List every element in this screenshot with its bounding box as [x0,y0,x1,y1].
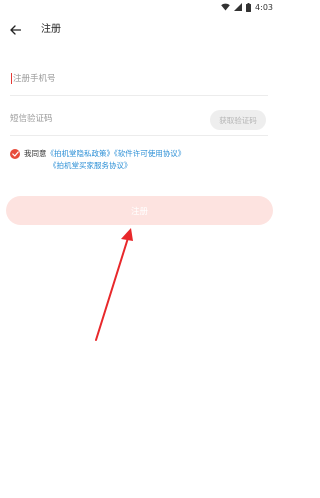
status-bar: 4:03 [0,0,279,14]
page-title: 注册 [41,24,61,35]
buyer-service-agreement-link[interactable]: 《拍机堂买家服务协议》 [49,160,132,172]
signal-icon [234,3,243,11]
code-field: 获取验证码 [10,102,268,136]
arrow-left-icon [9,25,21,35]
get-code-button[interactable]: 获取验证码 [210,110,266,130]
register-button[interactable]: 注册 [6,196,273,225]
wifi-icon [221,3,230,11]
text-cursor [11,73,12,84]
agreement-checkbox[interactable] [10,149,20,159]
privacy-policy-link[interactable]: 《拍机堂隐私政策》 [47,149,115,158]
check-icon [11,151,19,157]
phone-input[interactable] [13,62,203,95]
sms-code-input[interactable] [10,102,200,135]
back-button[interactable] [6,21,24,39]
phone-field [10,62,268,96]
agreement-line-1: 我同意《拍机堂隐私政策》《软件许可使用协议》 [24,148,185,160]
agreement-prefix: 我同意 [24,149,47,158]
software-license-link[interactable]: 《软件许可使用协议》 [114,149,185,158]
battery-icon [246,2,252,12]
status-time: 4:03 [255,2,273,12]
app-bar: 注册 [0,14,279,46]
